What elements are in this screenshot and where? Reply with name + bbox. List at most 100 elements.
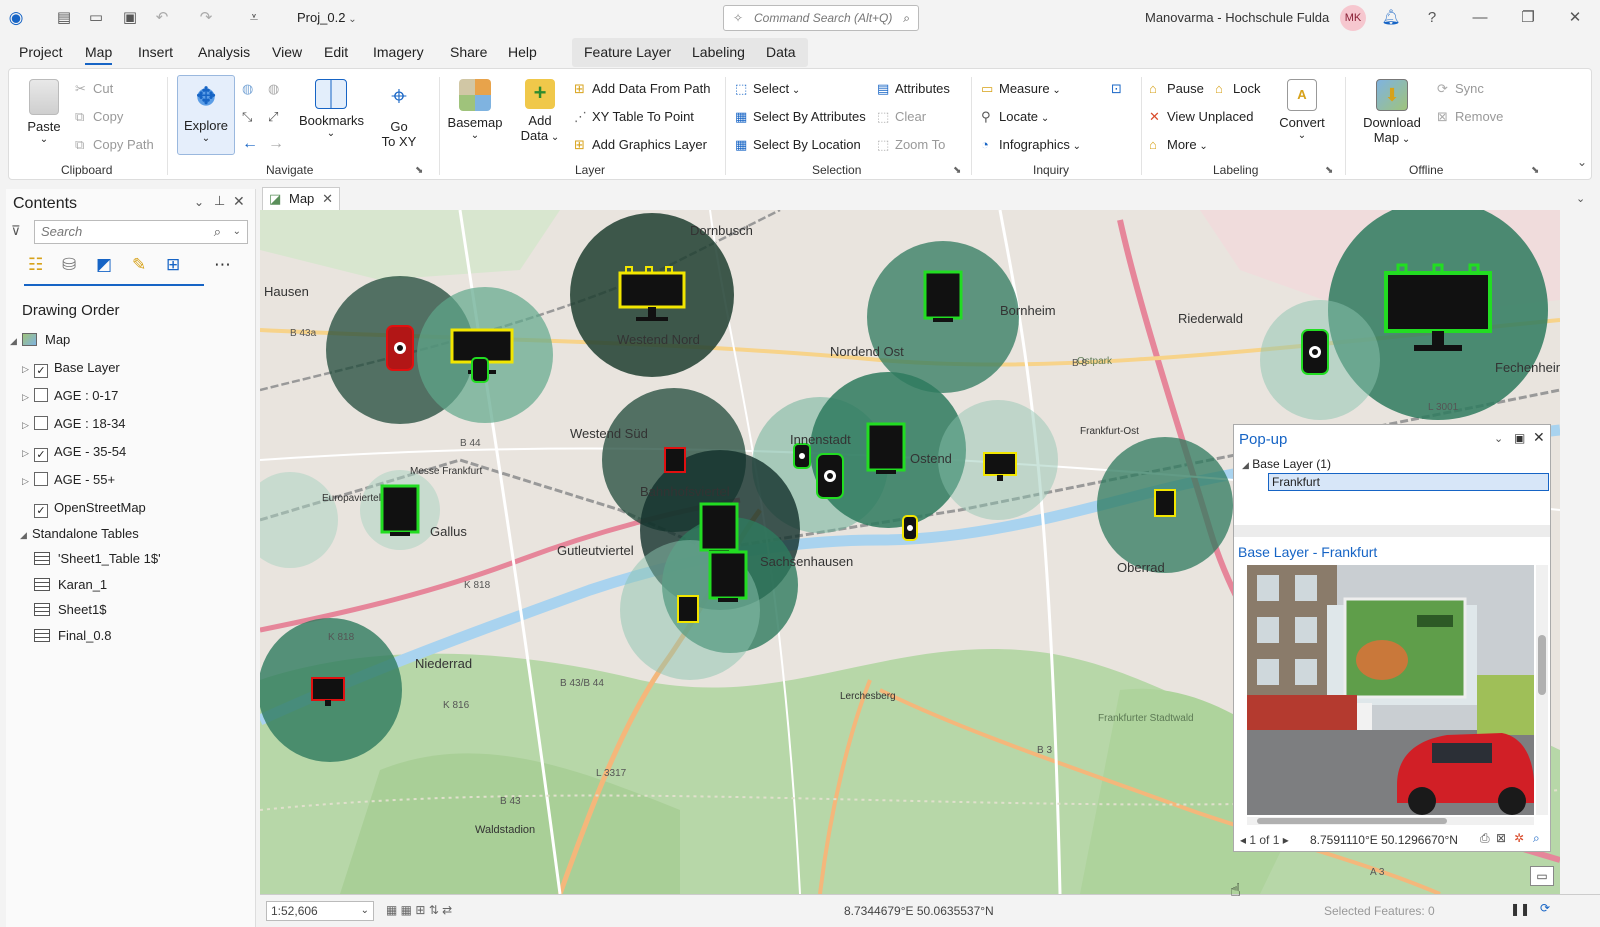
- billboard-marker[interactable]: [677, 595, 699, 623]
- infographics-button[interactable]: ◔ Infographics ⌄: [981, 137, 1081, 152]
- remove-button[interactable]: ⊠ Remove: [1437, 109, 1503, 125]
- layer-checkbox[interactable]: [34, 472, 48, 486]
- list-by-editing-icon[interactable]: ✎: [132, 255, 156, 279]
- popup-feature-item[interactable]: Frankfurt: [1268, 473, 1549, 491]
- customize-toolbar-icon[interactable]: ⩡: [244, 8, 264, 28]
- maximize-icon[interactable]: ▣: [1514, 431, 1525, 445]
- contents-search-input[interactable]: Search ⌕ ⌄: [34, 220, 248, 244]
- popup-splitter[interactable]: [1234, 525, 1550, 537]
- selection-launcher-icon[interactable]: ⬊: [953, 165, 961, 176]
- select-by-location-button[interactable]: ▦ Select By Location: [735, 137, 861, 153]
- popup-scrollbar[interactable]: [1536, 565, 1548, 815]
- layer-item-age-35-54[interactable]: ▷ ✓ AGE - 35-54: [22, 444, 126, 462]
- view-unplaced-button[interactable]: ✕ View Unplaced: [1149, 109, 1253, 125]
- kiosk-marker[interactable]: [902, 515, 918, 541]
- close-tab-icon[interactable]: ✕: [322, 188, 333, 210]
- selected-features-count[interactable]: Selected Features: 0: [1324, 904, 1435, 918]
- explore-button[interactable]: ✥ Explore ⌄: [177, 75, 235, 155]
- pane-menu-icon[interactable]: ⌄: [194, 195, 204, 209]
- view-overflow-icon[interactable]: ⌄: [1576, 192, 1585, 205]
- zoom-to-selection-button[interactable]: ⬚ Zoom To: [877, 137, 945, 153]
- xy-table-to-point-button[interactable]: ⋰ XY Table To Point: [574, 109, 694, 125]
- new-project-icon[interactable]: ▤: [54, 8, 74, 28]
- basemap-button[interactable]: Basemap ⌄: [447, 79, 503, 141]
- list-by-selection-icon[interactable]: ◩: [96, 255, 120, 279]
- identify-button[interactable]: ⊡: [1111, 81, 1129, 97]
- expand-triangle-icon[interactable]: ◢: [1242, 460, 1249, 470]
- kiosk-marker[interactable]: [386, 325, 414, 371]
- tab-data[interactable]: Data: [766, 44, 796, 60]
- go-to-xy-button[interactable]: ⌖ Go To XY: [379, 79, 419, 149]
- collapse-triangle-icon[interactable]: ▷: [22, 392, 34, 403]
- print-icon[interactable]: ⎙: [1480, 831, 1490, 846]
- minimize-icon[interactable]: —: [1470, 8, 1490, 28]
- billboard-marker[interactable]: [664, 447, 686, 473]
- list-by-snapping-icon[interactable]: ⊞: [166, 255, 190, 279]
- tab-insert[interactable]: Insert: [138, 44, 173, 60]
- navigate-launcher-icon[interactable]: ⬊: [415, 165, 423, 176]
- popup-menu-icon[interactable]: ⌄: [1494, 432, 1503, 445]
- collapse-triangle-icon[interactable]: ▷: [22, 476, 34, 487]
- collapse-triangle-icon[interactable]: ▷: [22, 448, 34, 459]
- tab-share[interactable]: Share: [450, 44, 487, 60]
- map-view-tab[interactable]: ◪ Map ✕: [262, 187, 340, 211]
- select-by-attributes-button[interactable]: ▦ Select By Attributes: [735, 109, 866, 125]
- zoom-to-feature-icon[interactable]: ⊠: [1496, 831, 1506, 845]
- redo-icon[interactable]: ↷: [196, 8, 216, 28]
- tab-imagery[interactable]: Imagery: [373, 44, 424, 60]
- add-data-button[interactable]: + Add Data ⌄: [517, 79, 563, 143]
- extent-button[interactable]: ◍: [268, 81, 286, 97]
- convert-button[interactable]: A Convert ⌄: [1277, 79, 1327, 141]
- locate-button[interactable]: ⚲ Locate ⌄: [981, 109, 1049, 125]
- tab-analysis[interactable]: Analysis: [198, 44, 250, 60]
- list-by-data-source-icon[interactable]: ⛁: [62, 255, 86, 279]
- filter-icon[interactable]: ⊽: [11, 223, 21, 239]
- kiosk-marker[interactable]: [816, 453, 844, 499]
- layer-item-base-layer[interactable]: ▷ ✓ Base Layer: [22, 360, 120, 378]
- add-data-from-path-button[interactable]: ⊞ Add Data From Path: [574, 81, 711, 97]
- layer-item-openstreetmap[interactable]: ✓ OpenStreetMap: [34, 500, 146, 518]
- map-tips-icon[interactable]: ▭: [1530, 866, 1554, 886]
- kiosk-marker[interactable]: [1301, 329, 1329, 375]
- table-item[interactable]: Karan_1: [34, 577, 107, 592]
- undo-icon[interactable]: ↶: [152, 8, 172, 28]
- project-name-dropdown[interactable]: Proj_0.2 ⌄: [297, 10, 357, 25]
- pin-icon[interactable]: ⊥: [214, 193, 225, 209]
- table-item[interactable]: Final_0.8: [34, 628, 111, 643]
- avatar[interactable]: MK: [1340, 5, 1366, 31]
- attributes-button[interactable]: ▤ Attributes: [877, 81, 950, 97]
- pause-drawing-icon[interactable]: ❚❚: [1510, 902, 1530, 916]
- tab-feature-layer[interactable]: Feature Layer: [584, 44, 671, 60]
- layer-item-age-55[interactable]: ▷ AGE - 55+: [22, 472, 115, 487]
- download-map-button[interactable]: ⬇ Download Map ⌄: [1359, 79, 1425, 145]
- bookmarks-button[interactable]: Bookmarks ⌄: [299, 79, 364, 139]
- billboard-marker[interactable]: [708, 550, 748, 602]
- kiosk-marker[interactable]: [793, 443, 811, 469]
- scale-dropdown[interactable]: 1:52,606 ⌄: [266, 901, 374, 921]
- popup-horizontal-scrollbar[interactable]: [1247, 817, 1534, 825]
- help-icon[interactable]: ?: [1422, 8, 1442, 28]
- notifications-icon[interactable]: 🔔︎: [1381, 8, 1401, 28]
- expand-triangle-icon[interactable]: ◢: [20, 530, 32, 541]
- next-feature-icon[interactable]: ▸: [1283, 833, 1289, 847]
- close-popup-icon[interactable]: ✕: [1533, 429, 1545, 446]
- close-pane-icon[interactable]: ✕: [233, 193, 245, 210]
- billboard-marker[interactable]: [923, 270, 963, 322]
- flash-feature-icon[interactable]: ✲: [1514, 831, 1524, 845]
- table-item[interactable]: 'Sheet1_Table 1$': [34, 551, 161, 566]
- layer-checkbox[interactable]: ✓: [34, 364, 48, 378]
- previous-feature-icon[interactable]: ◂: [1240, 833, 1246, 847]
- popup-detail-title[interactable]: Base Layer - Frankfurt: [1238, 544, 1377, 560]
- layer-item-age-0-17[interactable]: ▷ AGE : 0-17: [22, 388, 118, 403]
- pan-to-icon[interactable]: ⌕: [1533, 831, 1540, 846]
- pause-labeling-button[interactable]: ⌂ Pause: [1149, 81, 1204, 96]
- standalone-tables-node[interactable]: ◢ Standalone Tables: [20, 526, 139, 541]
- sync-button[interactable]: ⟳ Sync: [1437, 81, 1484, 97]
- tab-edit[interactable]: Edit: [324, 44, 348, 60]
- save-project-icon[interactable]: ▣: [120, 8, 140, 28]
- collapse-triangle-icon[interactable]: ▷: [22, 420, 34, 431]
- fixed-zoom-out-button[interactable]: ⤢: [268, 109, 286, 125]
- layer-checkbox[interactable]: ✓: [34, 504, 48, 518]
- add-graphics-layer-button[interactable]: ⊞ Add Graphics Layer: [574, 137, 707, 153]
- command-search-input[interactable]: ✧ Command Search (Alt+Q) ⌕: [723, 5, 919, 31]
